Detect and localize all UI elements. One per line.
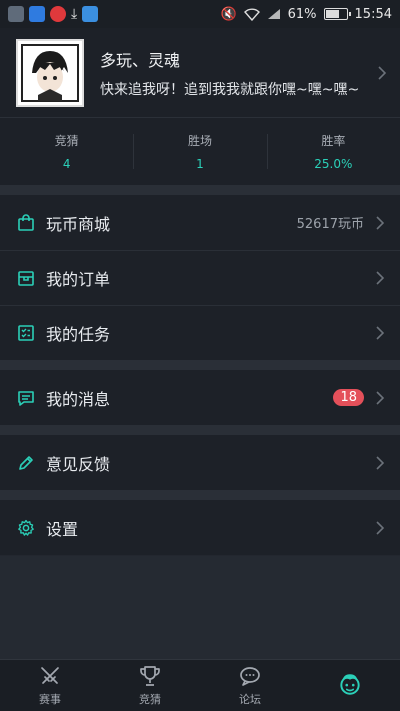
menu-item-label: 玩币商城 (46, 214, 111, 234)
stat-guesses: 竞猜 4 (0, 118, 133, 185)
bottom-tab-bar: 赛事 竞猜 论坛 (0, 659, 400, 711)
menu-item-label: 设置 (46, 519, 79, 539)
stat-wins: 胜场 1 (133, 118, 266, 185)
coin-balance: 52617玩币 (296, 217, 364, 232)
swords-icon (41, 667, 59, 684)
menu-item-label: 我的订单 (46, 270, 111, 289)
gear-icon (16, 518, 36, 538)
menu-item-label: 我的任务 (46, 325, 111, 344)
chevron-right-icon (376, 271, 384, 285)
menu-group-messages: 我的消息 18 (0, 370, 400, 425)
stats-bar: 竞猜 4 胜场 1 胜率 25.0% (0, 117, 400, 185)
task-list-icon (16, 323, 36, 343)
menu-group-feedback: 意见反馈 (0, 435, 400, 490)
chevron-right-icon (378, 65, 386, 80)
empty-area (0, 556, 400, 659)
avatar[interactable] (16, 38, 84, 107)
section-divider (0, 360, 400, 370)
profile-header[interactable]: 多玩、灵魂 快来追我呀！追到我我就跟你嘿~嘿~嘿~ (0, 28, 400, 117)
chevron-right-icon (376, 520, 384, 535)
tab-profile[interactable] (300, 660, 400, 711)
notification-icons: ⤓ (8, 6, 99, 22)
menu-group-settings: 设置 (0, 500, 400, 555)
cloud-notification-icon (82, 6, 99, 22)
stat-value: 1 (196, 157, 204, 171)
section-divider (0, 490, 400, 500)
signal-icon (267, 9, 280, 19)
tab-guess[interactable]: 竞猜 (100, 660, 200, 711)
section-divider (0, 425, 400, 435)
stat-label: 胜率 (321, 134, 346, 148)
menu-item-label: 我的消息 (46, 389, 111, 409)
menu-group-account: 玩币商城 52617玩币 我的订单 我的任务 (0, 195, 400, 360)
stat-label: 竞猜 (54, 134, 79, 148)
chevron-right-icon (376, 390, 384, 405)
pencil-icon (16, 453, 36, 473)
profile-face-icon (340, 674, 360, 695)
mute-icon: 🔇 (220, 6, 237, 22)
status-bar: ⤓ 🔇 61% 15:54 (0, 0, 400, 28)
download-icon: ⤓ (71, 6, 78, 22)
battery-icon (323, 8, 351, 20)
shield-notification-icon (29, 6, 45, 22)
tab-label: 竞猜 (139, 693, 161, 706)
message-icon (16, 388, 36, 408)
battery-percent: 61% (287, 6, 317, 22)
avatar-image (21, 43, 79, 102)
chevron-right-icon (376, 326, 384, 340)
chevron-right-icon (376, 215, 384, 230)
menu-item-tasks[interactable]: 我的任务 (0, 305, 400, 360)
tab-label: 赛事 (39, 693, 61, 706)
app-notification-icon (8, 6, 24, 22)
order-box-icon (16, 268, 36, 288)
shopping-bag-icon (16, 213, 36, 233)
menu-item-settings[interactable]: 设置 (0, 500, 400, 555)
menu-item-shop[interactable]: 玩币商城 52617玩币 (0, 195, 400, 250)
stat-label: 胜场 (187, 134, 212, 148)
chevron-right-icon (376, 455, 384, 470)
trophy-icon (140, 666, 160, 686)
profile-name: 多玩、灵魂 (100, 50, 181, 70)
profile-signature: 快来追我呀！追到我我就跟你嘿~嘿~嘿~ (100, 81, 360, 98)
wifi-icon (243, 7, 260, 21)
menu-item-label: 意见反馈 (46, 454, 111, 474)
clock: 15:54 (354, 6, 392, 22)
tab-label: 论坛 (239, 693, 261, 706)
stat-value: 4 (62, 157, 71, 171)
stat-value: 25.0% (314, 157, 353, 171)
menu-item-messages[interactable]: 我的消息 18 (0, 370, 400, 425)
unread-badge: 18 (333, 389, 364, 406)
section-divider (0, 185, 400, 195)
chat-bubble-icon (240, 667, 260, 686)
tab-events[interactable]: 赛事 (0, 660, 100, 711)
stat-win-rate: 胜率 25.0% (266, 118, 400, 185)
tab-forum[interactable]: 论坛 (200, 660, 300, 711)
menu-item-feedback[interactable]: 意见反馈 (0, 435, 400, 490)
menu-item-orders[interactable]: 我的订单 (0, 250, 400, 305)
upload-notification-icon (50, 6, 66, 22)
